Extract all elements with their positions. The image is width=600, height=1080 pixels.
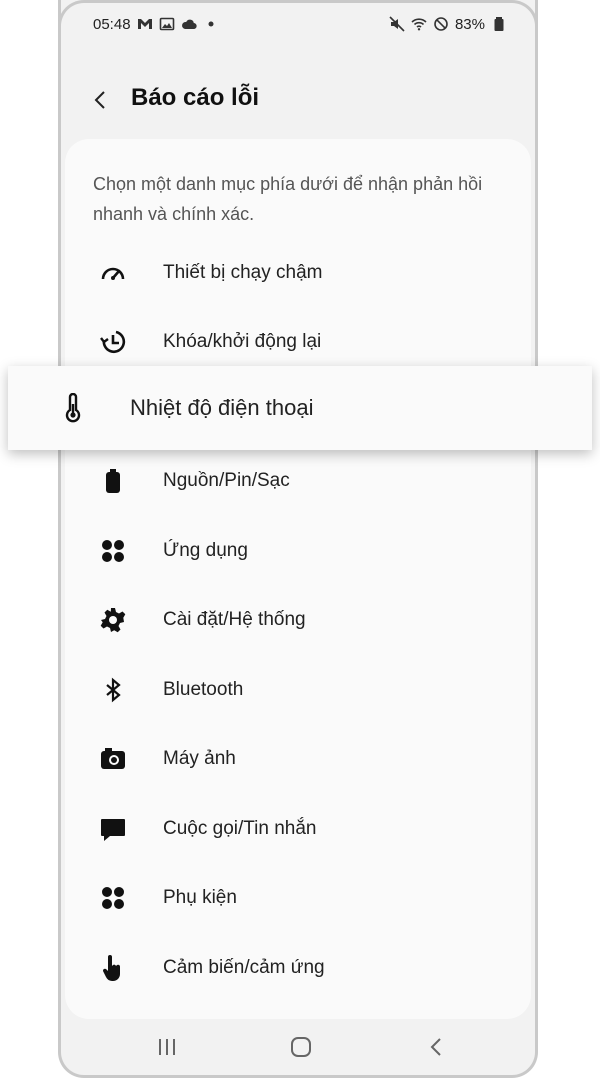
message-icon (99, 815, 127, 843)
list-item-phone-temperature[interactable]: Nhiệt độ điện thoại (8, 366, 592, 450)
phone-frame-top (58, 0, 538, 30)
list-item-sensors-touch[interactable]: Cảm biến/cảm ứng (65, 938, 531, 998)
page-title: Báo cáo lỗi (131, 84, 260, 111)
apps-icon (99, 537, 127, 565)
list-item-label: Khóa/khởi động lại (163, 331, 322, 352)
list-item-label: Cảm biến/cảm ứng (163, 957, 325, 978)
list-item-lock-restart[interactable]: Khóa/khởi động lại (65, 312, 531, 372)
recent-apps-icon (159, 1039, 175, 1055)
list-item-label: Phụ kiện (163, 887, 237, 908)
category-card: Chọn một danh mục phía dưới để nhận phản… (65, 139, 531, 1019)
list-item-slow-device[interactable]: Thiết bị chạy chậm (65, 243, 531, 303)
home-icon (291, 1037, 311, 1057)
list-item-settings-system[interactable]: Cài đặt/Hệ thống (65, 590, 531, 650)
list-item-label: Nguồn/Pin/Sạc (163, 470, 290, 491)
list-item-label: Cuộc gọi/Tin nhắn (163, 818, 317, 839)
list-item-label: Máy ảnh (163, 748, 236, 769)
gear-icon (99, 606, 127, 634)
touch-icon (99, 954, 127, 982)
list-item-label: Bluetooth (163, 679, 244, 700)
restart-icon (99, 328, 127, 356)
list-item-apps[interactable]: Ứng dụng (65, 521, 531, 581)
home-button[interactable] (287, 1033, 315, 1061)
phone-frame: 05:48 83% Báo cáo lỗi Chọn một danh mục … (58, 0, 538, 1078)
battery-icon (99, 467, 127, 495)
back-button[interactable] (87, 86, 115, 114)
list-item-calls-messages[interactable]: Cuộc gọi/Tin nhắn (65, 799, 531, 859)
nav-back-icon (430, 1038, 441, 1056)
thermometer-icon (58, 393, 88, 423)
list-item-camera[interactable]: Máy ảnh (65, 729, 531, 789)
list-item-label: Nhiệt độ điện thoại (130, 395, 314, 420)
list-item-label: Cài đặt/Hệ thống (163, 609, 306, 630)
list-item-bluetooth[interactable]: Bluetooth (65, 660, 531, 720)
chevron-left-icon (94, 91, 105, 109)
description-text: Chọn một danh mục phía dưới để nhận phản… (93, 174, 483, 224)
navigation-bar (61, 1019, 535, 1075)
app-header: Báo cáo lỗi (61, 70, 535, 130)
camera-icon (99, 745, 127, 773)
list-item-label: Ứng dụng (163, 540, 248, 561)
accessories-icon (99, 884, 127, 912)
bluetooth-icon (99, 676, 127, 704)
nav-back-button[interactable] (423, 1033, 451, 1061)
speedometer-icon (99, 259, 127, 287)
list-item-label: Thiết bị chạy chậm (163, 262, 323, 283)
list-item-power-battery[interactable]: Nguồn/Pin/Sạc (65, 451, 531, 511)
recent-apps-button[interactable] (153, 1033, 181, 1061)
list-item-accessories[interactable]: Phụ kiện (65, 868, 531, 928)
